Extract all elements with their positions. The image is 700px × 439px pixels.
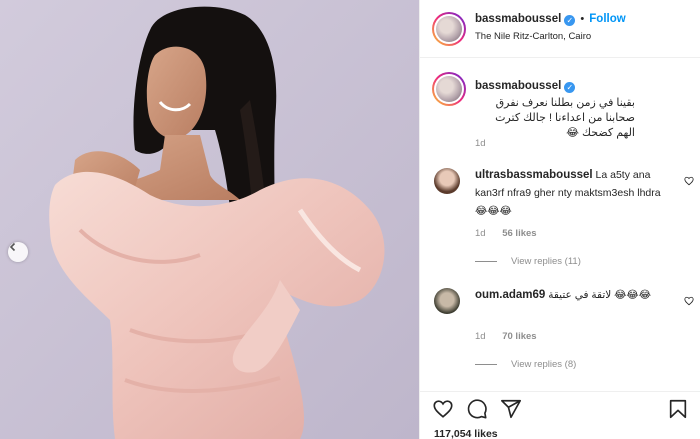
replies-divider — [475, 261, 497, 262]
photo-illustration — [0, 0, 419, 439]
verified-badge-icon: ✓ — [564, 15, 576, 26]
comment-meta: 1d 70 likes — [475, 331, 537, 342]
post-side-panel: bassmaboussel ✓ • Follow The Nile Ritz-Ca… — [419, 0, 700, 439]
carousel-prev-icon — [9, 242, 16, 252]
share-icon[interactable] — [500, 398, 522, 420]
comment-icon[interactable] — [466, 398, 488, 420]
comment-like-heart-icon[interactable] — [684, 296, 694, 306]
likes-count[interactable]: 117,054 likes — [434, 428, 498, 439]
comment-age[interactable]: 1d — [475, 228, 486, 239]
instagram-post: bassmaboussel ✓ • Follow The Nile Ritz-Ca… — [0, 0, 700, 439]
comment-likes[interactable]: 56 likes — [502, 228, 536, 239]
comment-meta: 1d 56 likes — [475, 228, 537, 239]
caption-text: بقينا في زمن بطلنا نعرف نفرق صحابنا من ا… — [495, 97, 635, 139]
post-photo[interactable] — [0, 0, 419, 439]
author-username[interactable]: bassmaboussel — [475, 13, 561, 25]
comment-body: لاتقة في عتيقة 😂😂😂 — [548, 289, 651, 301]
caption-age[interactable]: 1d — [475, 138, 486, 149]
post-location[interactable]: The Nile Ritz-Carlton, Cairo — [475, 31, 591, 42]
view-replies-label: View replies (8) — [511, 359, 577, 370]
carousel-prev-button[interactable] — [8, 242, 28, 262]
replies-divider — [475, 364, 497, 365]
view-replies-button[interactable]: View replies (11) — [475, 256, 581, 267]
comment-like-heart-icon[interactable] — [684, 176, 694, 186]
view-replies-label: View replies (11) — [511, 256, 581, 267]
caption-avatar-image — [436, 76, 462, 102]
comment-text: ultrasbassmaboussel La a5ty ana kan3rf n… — [475, 166, 675, 220]
caption-author-avatar[interactable] — [432, 72, 466, 106]
follow-button[interactable]: Follow — [589, 13, 625, 25]
comment-likes[interactable]: 70 likes — [502, 331, 536, 342]
post-header: bassmaboussel ✓ • Follow The Nile Ritz-Ca… — [420, 0, 700, 58]
comment-text: oum.adam69 لاتقة في عتيقة 😂😂😂 — [475, 286, 675, 304]
comment-avatar[interactable] — [434, 288, 460, 314]
author-avatar[interactable] — [432, 12, 466, 46]
comment-username[interactable]: ultrasbassmaboussel — [475, 169, 593, 181]
comment-username[interactable]: oum.adam69 — [475, 289, 545, 301]
view-replies-button[interactable]: View replies (8) — [475, 359, 576, 370]
comment-avatar[interactable] — [434, 168, 460, 194]
header-separator: • — [580, 13, 585, 25]
heart-icon[interactable] — [432, 398, 454, 420]
comment-age[interactable]: 1d — [475, 331, 486, 342]
author-avatar-image — [436, 16, 462, 42]
post-actions-bar: 117,054 likes — [420, 391, 700, 439]
bookmark-icon[interactable] — [667, 398, 689, 420]
